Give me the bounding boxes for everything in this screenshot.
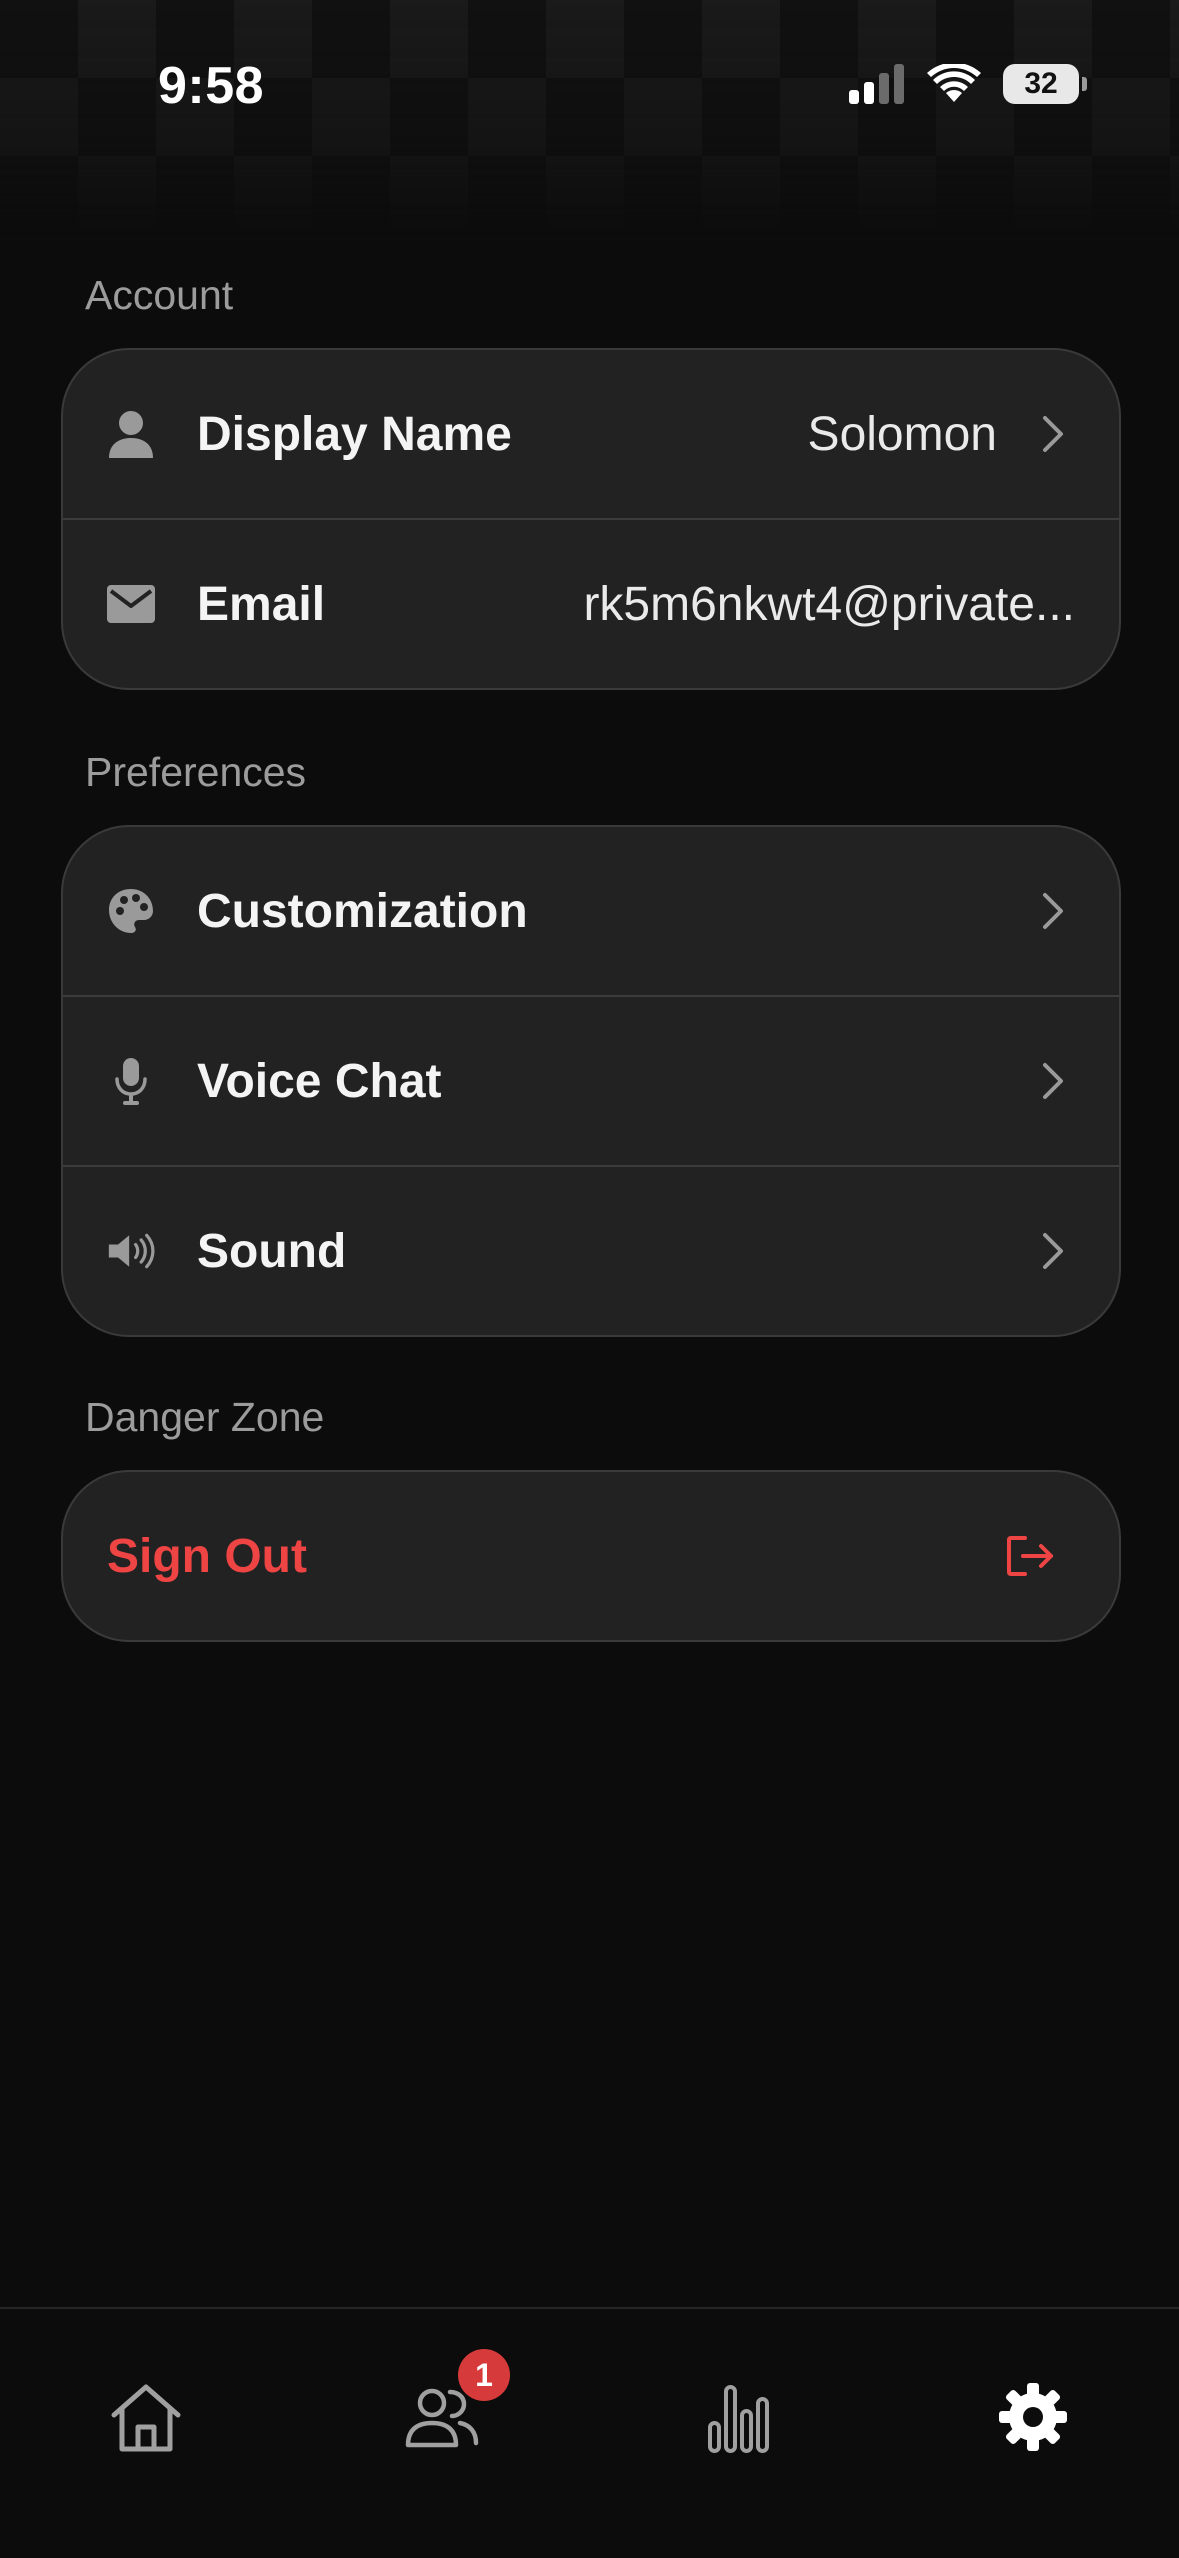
tab-settings[interactable] [983,2367,1083,2467]
tab-stats[interactable] [688,2367,788,2467]
battery-level: 32 [1024,67,1058,100]
speaker-icon [107,1227,155,1275]
sound-row[interactable]: Sound [63,1167,1119,1335]
chevron-right-icon [1043,1063,1063,1099]
email-row[interactable]: Email rk5m6nkwt4@private... [63,520,1119,688]
palette-icon [107,887,155,935]
notification-badge: 1 [458,2349,510,2401]
preferences-card: Customization Voice Chat Sound [61,825,1121,1337]
section-title-preferences: Preferences [85,749,307,795]
voice-chat-row[interactable]: Voice Chat [63,997,1119,1167]
section-title-account: Account [85,272,234,318]
sign-out-button[interactable]: Sign Out [63,1472,1119,1640]
display-name-value: Solomon [807,407,997,461]
settings-gear-icon [999,2383,1067,2451]
account-card: Display Name Solomon Email rk5m6nkwt4@pr… [61,348,1121,690]
chevron-right-icon [1043,416,1063,452]
status-time: 9:58 [158,57,265,115]
tab-bar: 1 [0,2307,1179,2558]
logout-icon [1007,1536,1053,1576]
chevron-right-icon [1043,893,1063,929]
email-label: Email [197,577,326,631]
display-name-label: Display Name [197,407,512,461]
wifi-icon [927,64,981,102]
microphone-icon [107,1057,155,1105]
tab-home[interactable] [96,2367,196,2467]
status-icons: 32 [847,64,1087,104]
section-title-danger-zone: Danger Zone [85,1394,325,1440]
person-icon [107,410,155,458]
sign-out-label: Sign Out [107,1529,307,1583]
mail-icon [107,580,155,628]
email-value: rk5m6nkwt4@private... [583,577,1075,631]
display-name-row[interactable]: Display Name Solomon [63,350,1119,520]
sound-label: Sound [197,1224,347,1278]
cellular-signal-icon [849,64,904,104]
battery-icon: 32 [1003,64,1087,104]
danger-zone-card: Sign Out [61,1470,1121,1642]
customization-row[interactable]: Customization [63,827,1119,997]
tab-friends[interactable]: 1 [392,2349,510,2467]
chevron-right-icon [1043,1233,1063,1269]
voice-chat-label: Voice Chat [197,1054,442,1108]
customization-label: Customization [197,884,528,938]
home-icon [111,2384,181,2452]
stats-icon [708,2385,769,2453]
status-bar: 9:58 32 [0,0,1179,175]
